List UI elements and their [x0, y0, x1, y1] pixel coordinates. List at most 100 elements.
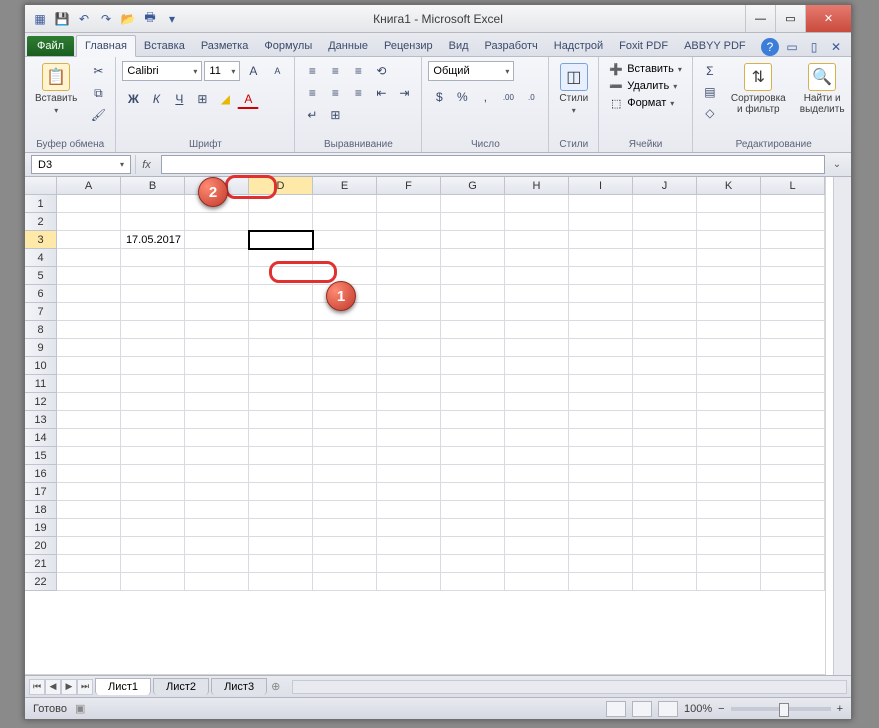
- cell[interactable]: [569, 267, 633, 285]
- cell[interactable]: [569, 483, 633, 501]
- cell[interactable]: [377, 267, 441, 285]
- cell[interactable]: [57, 213, 121, 231]
- cell[interactable]: [441, 357, 505, 375]
- cell[interactable]: [697, 267, 761, 285]
- save-icon[interactable]: 💾: [53, 10, 71, 28]
- cell[interactable]: [121, 321, 185, 339]
- align-middle-icon[interactable]: ≡: [324, 61, 346, 81]
- delete-cells-button[interactable]: ➖Удалить▾: [605, 78, 686, 94]
- cell[interactable]: [121, 195, 185, 213]
- align-top-icon[interactable]: ≡: [301, 61, 323, 81]
- cell[interactable]: [697, 195, 761, 213]
- cell[interactable]: [697, 555, 761, 573]
- cell[interactable]: [249, 411, 313, 429]
- help-icon[interactable]: ?: [761, 38, 779, 56]
- cell[interactable]: [377, 231, 441, 249]
- cell[interactable]: [633, 447, 697, 465]
- cell[interactable]: [249, 537, 313, 555]
- vertical-scrollbar[interactable]: [833, 177, 851, 675]
- cell[interactable]: [57, 375, 121, 393]
- cell[interactable]: [249, 429, 313, 447]
- cell[interactable]: [441, 465, 505, 483]
- cell[interactable]: [633, 339, 697, 357]
- cell[interactable]: [569, 429, 633, 447]
- cell[interactable]: [697, 231, 761, 249]
- cell[interactable]: [505, 375, 569, 393]
- cell[interactable]: [313, 411, 377, 429]
- cell[interactable]: [697, 573, 761, 591]
- macro-record-icon[interactable]: ▣: [75, 702, 85, 715]
- cell[interactable]: [569, 249, 633, 267]
- cell[interactable]: [185, 303, 249, 321]
- cell[interactable]: [761, 555, 825, 573]
- cell[interactable]: [761, 573, 825, 591]
- cell[interactable]: [313, 213, 377, 231]
- cell[interactable]: [505, 231, 569, 249]
- bold-icon[interactable]: Ж: [122, 89, 144, 109]
- cell[interactable]: [441, 555, 505, 573]
- cell[interactable]: [249, 249, 313, 267]
- cell[interactable]: [633, 375, 697, 393]
- cell[interactable]: [505, 339, 569, 357]
- cell[interactable]: [761, 195, 825, 213]
- cell[interactable]: [569, 393, 633, 411]
- clear-icon[interactable]: ◇: [699, 103, 721, 123]
- cell[interactable]: [633, 231, 697, 249]
- cell[interactable]: [121, 555, 185, 573]
- row-header[interactable]: 21: [25, 555, 57, 573]
- cell[interactable]: [185, 447, 249, 465]
- tab-addins[interactable]: Надстрой: [546, 36, 611, 56]
- cell[interactable]: [377, 429, 441, 447]
- cell[interactable]: [569, 555, 633, 573]
- fx-button[interactable]: fx: [135, 155, 157, 174]
- decrease-decimal-icon[interactable]: .0: [520, 87, 542, 107]
- qat-customize-icon[interactable]: ▾: [163, 10, 181, 28]
- row-header[interactable]: 7: [25, 303, 57, 321]
- col-header[interactable]: I: [569, 177, 633, 195]
- tab-foxit[interactable]: Foxit PDF: [611, 36, 676, 56]
- row-header[interactable]: 20: [25, 537, 57, 555]
- cut-icon[interactable]: ✂: [87, 61, 109, 81]
- cell[interactable]: [441, 483, 505, 501]
- cell[interactable]: [249, 573, 313, 591]
- cell[interactable]: [377, 465, 441, 483]
- cell[interactable]: [633, 483, 697, 501]
- cell[interactable]: [121, 411, 185, 429]
- cell[interactable]: [505, 195, 569, 213]
- cell[interactable]: [121, 339, 185, 357]
- cell[interactable]: [761, 447, 825, 465]
- cell[interactable]: [57, 285, 121, 303]
- cell[interactable]: [697, 465, 761, 483]
- cell[interactable]: [377, 303, 441, 321]
- col-header[interactable]: A: [57, 177, 121, 195]
- copy-icon[interactable]: ⧉: [87, 83, 109, 103]
- cell[interactable]: [697, 519, 761, 537]
- cell[interactable]: [505, 213, 569, 231]
- cell[interactable]: [441, 303, 505, 321]
- cell[interactable]: [185, 285, 249, 303]
- cell[interactable]: [313, 447, 377, 465]
- cell[interactable]: [249, 321, 313, 339]
- cell[interactable]: [505, 447, 569, 465]
- cell[interactable]: [505, 537, 569, 555]
- cell[interactable]: [633, 357, 697, 375]
- cell[interactable]: [249, 195, 313, 213]
- cell[interactable]: [249, 267, 313, 285]
- col-header[interactable]: L: [761, 177, 825, 195]
- cell[interactable]: [697, 303, 761, 321]
- indent-inc-icon[interactable]: ⇥: [393, 83, 415, 103]
- cell[interactable]: [57, 483, 121, 501]
- cell[interactable]: [185, 249, 249, 267]
- cell[interactable]: [377, 195, 441, 213]
- cell[interactable]: [377, 483, 441, 501]
- cell[interactable]: [57, 393, 121, 411]
- fill-color-icon[interactable]: ◢: [214, 89, 236, 109]
- cell[interactable]: [761, 429, 825, 447]
- cell[interactable]: [313, 573, 377, 591]
- row-header[interactable]: 19: [25, 519, 57, 537]
- cell[interactable]: [121, 465, 185, 483]
- cell[interactable]: [569, 537, 633, 555]
- cell[interactable]: [633, 195, 697, 213]
- border-icon[interactable]: ⊞: [191, 89, 213, 109]
- worksheet-grid[interactable]: ABCDEFGHIJKL12317.05.2017456789101112131…: [25, 177, 826, 675]
